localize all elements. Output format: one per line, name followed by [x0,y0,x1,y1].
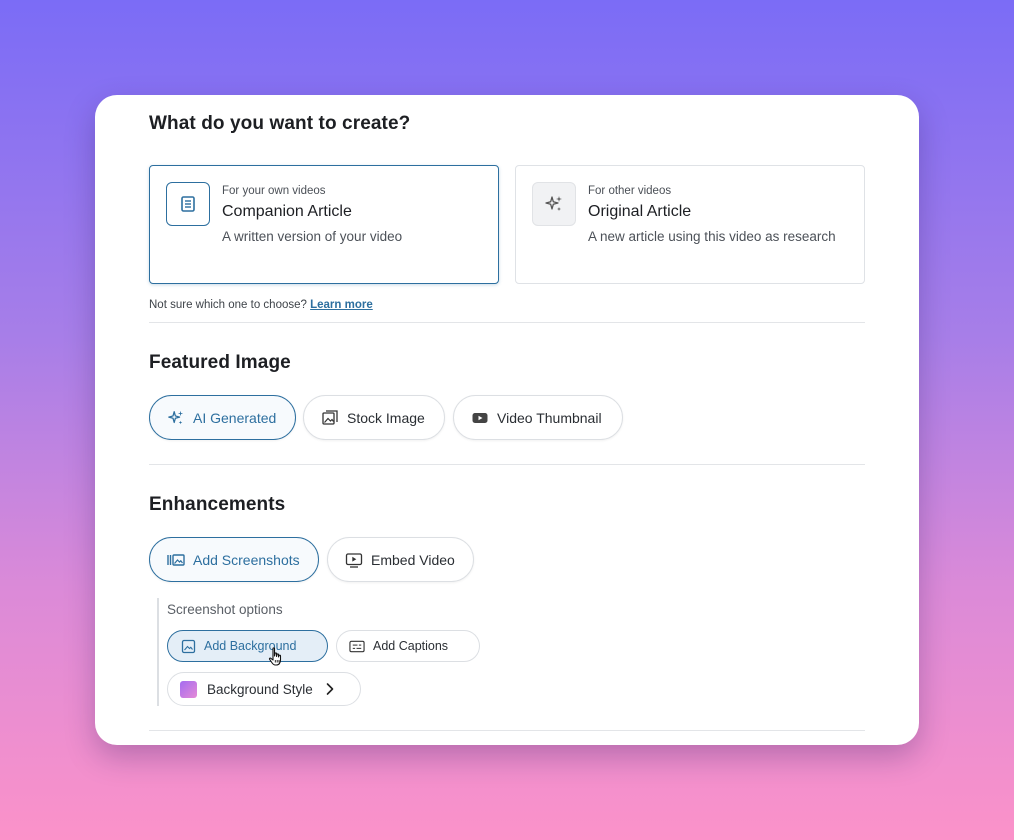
sparkle-icon [532,182,576,226]
screenshot-options-label: Screenshot options [167,602,283,617]
background-image-icon [180,638,196,654]
companion-article-option[interactable]: For your own videos Companion Article A … [149,165,499,284]
enhancements-section: Enhancements [149,494,865,516]
add-background-button[interactable]: Add Background [167,630,328,662]
play-rect-icon [470,408,490,428]
option-name: Original Article [588,203,692,220]
screenshot-options-rail [157,598,159,706]
button-label: Add Screenshots [193,551,300,568]
original-article-option[interactable]: For other videos Original Article A new … [515,165,865,284]
option-kicker: For other videos [588,185,672,197]
button-label: Stock Image [347,409,425,426]
create-section: What do you want to create? For your own… [149,113,865,311]
option-description: A written version of your video [222,229,403,244]
captions-icon [349,638,365,654]
button-label: AI Generated [193,409,277,426]
option-description: A new article using this video as resear… [588,229,836,244]
divider [149,322,865,323]
chip-label: Background Style [207,681,313,697]
image-stack-icon [320,408,340,428]
divider [149,464,865,465]
article-options-card: What do you want to create? For your own… [95,95,919,745]
add-screenshots-button[interactable]: Add Screenshots [149,537,319,582]
chevron-right-icon [325,682,335,696]
enhancements-title: Enhancements [149,494,286,515]
create-section-title: What do you want to create? [149,113,411,134]
gradient-swatch [180,680,197,698]
button-label: Video Thumbnail [497,409,602,426]
stock-image-button[interactable]: Stock Image [303,395,445,440]
featured-image-title: Featured Image [149,352,291,373]
option-name: Companion Article [222,203,352,220]
add-captions-button[interactable]: Add Captions [336,630,480,662]
choose-hint: Not sure which one to choose? Learn more [149,299,373,311]
ai-generated-button[interactable]: AI Generated [149,395,296,440]
learn-more-link[interactable]: Learn more [310,299,373,311]
video-thumbnail-button[interactable]: Video Thumbnail [453,395,623,440]
hand-cursor-icon [268,647,284,672]
embed-video-button[interactable]: Embed Video [327,537,474,582]
featured-image-section: Featured Image [149,352,865,374]
divider [149,730,865,731]
screenshots-icon [166,550,186,570]
document-icon [166,182,210,226]
option-kicker: For your own videos [222,185,326,197]
hint-text: Not sure which one to choose? [149,299,307,311]
sparkles-icon [166,408,186,428]
button-label: Embed Video [371,551,455,568]
background-style-button[interactable]: Background Style [167,672,361,706]
chip-label: Add Captions [373,639,449,653]
embed-video-icon [344,550,364,570]
